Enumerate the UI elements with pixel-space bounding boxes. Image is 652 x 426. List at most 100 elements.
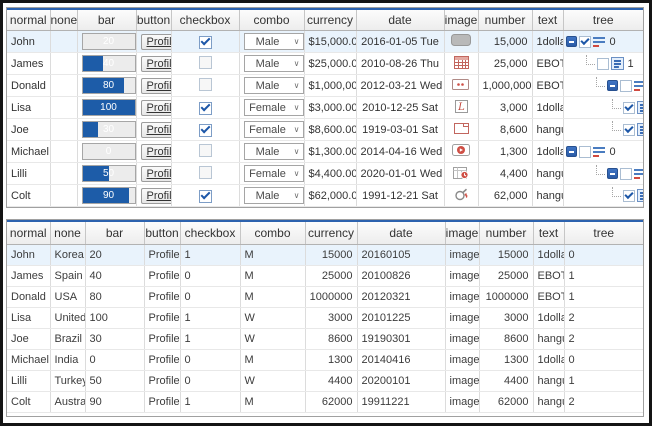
gender-combo[interactable]: Female∨ [244, 165, 304, 182]
cell-currency: $8,600.00 [304, 119, 356, 141]
profile-button[interactable]: Profile [141, 78, 171, 94]
grid-row-Joe[interactable]: Joe30ProfileFemale∨$8,600.001919-03-01 S… [7, 119, 643, 141]
grid-row-Donald[interactable]: DonaldUSA80Profile0M100000020120321image… [7, 287, 643, 308]
checked-checkbox[interactable] [199, 36, 212, 49]
profile-button[interactable]: Profile [141, 122, 171, 138]
gender-combo[interactable]: Male∨ [244, 55, 304, 72]
folder-tab-icon [449, 122, 474, 134]
unchecked-checkbox[interactable] [199, 166, 212, 179]
unchecked-checkbox[interactable] [199, 78, 212, 91]
gender-combo[interactable]: Female∨ [244, 99, 304, 116]
tree-cell: 0 [564, 146, 644, 158]
unchecked-checkbox[interactable] [199, 56, 212, 69]
column-header-normal[interactable]: normal [7, 10, 50, 31]
grid-row-Joe[interactable]: JoeBrazil30Profile1W860019190301imagerc8… [7, 329, 643, 350]
tree-collapse-icon[interactable] [566, 36, 577, 47]
profile-button[interactable]: Profile [141, 56, 171, 72]
grid-row-James[interactable]: JamesSpain40Profile0M2500020100826imager… [7, 266, 643, 287]
column-header-normal[interactable]: normal [7, 222, 50, 245]
tree-unchecked-checkbox[interactable] [620, 80, 632, 92]
cell-number: 1000000 [479, 287, 533, 308]
unchecked-checkbox[interactable] [199, 144, 212, 157]
column-header-none[interactable]: none [50, 222, 85, 245]
bar-cell: 80 [78, 77, 136, 94]
tree-unchecked-checkbox[interactable] [620, 168, 632, 180]
tree-unchecked-checkbox[interactable] [597, 58, 609, 70]
currency-value: $62,000.00 [305, 190, 356, 202]
profile-button[interactable]: Profile [141, 188, 171, 204]
grid-row-John[interactable]: John20ProfileMale∨$15,000.002016-01-05 T… [7, 31, 643, 53]
tree-collapse-icon[interactable] [566, 146, 577, 157]
gender-combo[interactable]: Male∨ [244, 33, 304, 50]
button-cell: Profile [137, 144, 171, 160]
checked-checkbox[interactable] [199, 190, 212, 203]
tree-checked-checkbox[interactable] [623, 190, 635, 202]
column-header-tree[interactable]: tree [563, 10, 643, 31]
grid-row-Colt[interactable]: ColtAustralia90Profile1M6200019911221ima… [7, 392, 643, 413]
currency-value: $8,600.00 [305, 124, 356, 136]
column-header-tree[interactable]: tree [564, 222, 643, 245]
gender-combo[interactable]: Male∨ [244, 187, 304, 204]
grid-row-James[interactable]: James40ProfileMale∨$25,000.002010-08-26 … [7, 53, 643, 75]
column-header-currency[interactable]: currency [305, 222, 357, 245]
column-header-checkbox[interactable]: checkbox [171, 10, 239, 31]
column-header-text[interactable]: text [533, 222, 564, 245]
tree-checked-checkbox[interactable] [623, 124, 635, 136]
combo-cell: Male∨ [240, 143, 304, 160]
column-header-currency[interactable]: currency [304, 10, 356, 31]
gender-combo[interactable]: Female∨ [244, 121, 304, 138]
cell-tree: 1 [563, 75, 643, 97]
grid-row-Lilli[interactable]: Lilli50ProfileFemale∨$4,400.002020-01-01… [7, 163, 643, 185]
grid-row-Michael[interactable]: Michael0ProfileMale∨$1,300.002014-04-16 … [7, 141, 643, 163]
grid-row-Donald[interactable]: Donald80ProfileMale∨$1,000,000.002012-03… [7, 75, 643, 97]
cell-combo: M [240, 287, 305, 308]
column-header-button[interactable]: button [136, 10, 171, 31]
cell-checkbox [171, 163, 239, 185]
profile-button[interactable]: Profile [141, 144, 171, 160]
cell-currency: 25000 [305, 266, 357, 287]
tree-collapse-icon[interactable] [607, 168, 618, 179]
none-text: Spain [51, 270, 85, 282]
profile-button[interactable]: Profile [141, 34, 171, 50]
tree-cell: 2 [564, 121, 644, 138]
column-header-date[interactable]: date [356, 10, 444, 31]
column-header-text[interactable]: text [532, 10, 563, 31]
image-text: imagerc [446, 333, 479, 345]
column-header-image[interactable]: image [444, 10, 478, 31]
tree-checked-checkbox[interactable] [623, 102, 635, 114]
grid-row-Michael[interactable]: MichaelIndia0Profile0M130020140416imager… [7, 350, 643, 371]
column-header-checkbox[interactable]: checkbox [180, 222, 240, 245]
cell-image: imagerc [445, 329, 479, 350]
column-header-button[interactable]: button [144, 222, 180, 245]
column-header-date[interactable]: date [357, 222, 445, 245]
cell-tree: 1 [564, 287, 643, 308]
column-header-none[interactable]: none [50, 10, 77, 31]
tree-checked-checkbox[interactable] [579, 36, 591, 48]
tree-collapse-icon[interactable] [607, 80, 618, 91]
profile-button[interactable]: Profile [141, 166, 171, 182]
column-header-number[interactable]: number [479, 222, 533, 245]
cell-bar: 100 [85, 308, 144, 329]
grid-row-John[interactable]: JohnKorea20Profile1M1500020160105imagerc… [7, 245, 643, 266]
column-header-image[interactable]: image [445, 222, 479, 245]
date-value: 2016-01-05 Tue [357, 36, 444, 48]
grid-row-Lisa[interactable]: Lisa100ProfileFemale∨$3,000.002010-12-25… [7, 97, 643, 119]
column-header-combo[interactable]: combo [240, 222, 305, 245]
profile-button[interactable]: Profile [141, 100, 171, 116]
progress-bar: 0 [82, 143, 136, 160]
checked-checkbox[interactable] [199, 102, 212, 115]
checkbox-cell [172, 166, 239, 182]
column-header-bar[interactable]: bar [85, 222, 144, 245]
grid-row-Lisa[interactable]: LisaUnited Kingdom100Profile1W3000201012… [7, 308, 643, 329]
column-header-combo[interactable]: combo [239, 10, 304, 31]
gender-combo[interactable]: Male∨ [244, 77, 304, 94]
grid-row-Colt[interactable]: Colt90ProfileMale∨$62,000.001991-12-21 S… [7, 185, 643, 207]
tree-unchecked-checkbox[interactable] [579, 146, 591, 158]
grid-row-Lilli[interactable]: LilliTurkey50Profile0W440020200101imager… [7, 371, 643, 392]
gender-combo[interactable]: Male∨ [244, 143, 304, 160]
date-value: 2014-04-16 Wed [357, 146, 444, 158]
column-header-bar[interactable]: bar [77, 10, 136, 31]
column-header-number[interactable]: number [478, 10, 532, 31]
tree-connector [596, 77, 605, 87]
checked-checkbox[interactable] [199, 124, 212, 137]
